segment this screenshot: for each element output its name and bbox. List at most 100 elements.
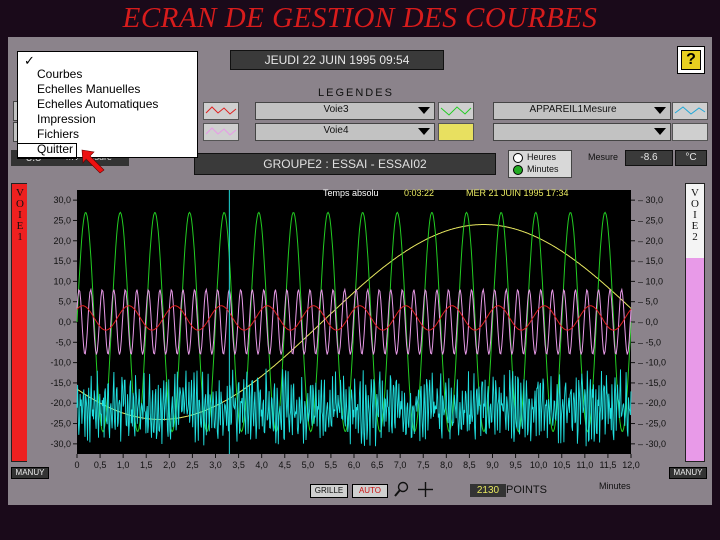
y-tick-label-left: 15,0	[53, 256, 71, 266]
chevron-down-icon	[418, 128, 430, 135]
x-tick-label: 11,0	[576, 460, 593, 470]
x-tick-label: 5,5	[325, 460, 338, 470]
check-icon: ✓	[24, 53, 35, 68]
x-tick-label: 4,0	[255, 460, 268, 470]
y-tick-label-right: – 25,0	[638, 215, 663, 225]
group-title: GROUPE2 : ESSAI - ESSAI02	[194, 153, 496, 175]
x-tick-label: 0,5	[94, 460, 107, 470]
options-menu: ✓ Courbes Echelles Manuelles Echelles Au…	[17, 51, 198, 158]
grid-button[interactable]: GRILLE	[310, 484, 348, 498]
legend-swatch-green	[438, 102, 474, 120]
y-tick-label-right: – -25,0	[638, 419, 666, 429]
x-tick-label: 2,5	[186, 460, 199, 470]
y-tick-label-left: 10,0	[53, 276, 71, 286]
chart-area[interactable]: 30,0 – 30,0 25,0 – 25,0 20,0 – 20,0 15,0 – 15,0…	[27, 180, 683, 483]
voie1-strip-label: VOIE1	[16, 187, 24, 243]
datetime-display: JEUDI 22 JUIN 1995 09:54	[230, 50, 444, 70]
y-tick-label-left: 30,0	[53, 195, 71, 205]
x-tick-label: 6,5	[371, 460, 384, 470]
quitter-highlight	[17, 143, 77, 159]
y-tick-label-right: – -15,0	[638, 378, 666, 388]
chevron-down-icon	[654, 128, 666, 135]
legend-combo-voie3[interactable]: Voie3	[255, 102, 435, 120]
y-tick-label-right: – 15,0	[638, 256, 663, 266]
chevron-down-icon	[654, 107, 666, 114]
y-tick-label-right: – -30,0	[638, 439, 666, 449]
y-tick-label-left: -25,0	[50, 419, 71, 429]
pointer-arrow-icon	[81, 149, 105, 174]
legend-swatch-yellow	[438, 123, 474, 141]
y-tick-label-left: 0,0	[58, 317, 71, 327]
y-tick-label-right: – 30,0	[638, 195, 663, 205]
y-tick-label-right: – -5,0	[638, 337, 661, 347]
x-tick-label: 6,0	[348, 460, 361, 470]
mesure-value: -8.6	[625, 150, 673, 166]
slide-title: ECRAN DE GESTION DES COURBES	[122, 2, 598, 34]
x-unit-label: Minutes	[599, 481, 631, 491]
x-tick-label: 7,0	[394, 460, 407, 470]
legends-label: LEGENDES	[318, 87, 394, 99]
x-tick-label: 9,5	[509, 460, 522, 470]
mesure-label: Mesure	[588, 152, 619, 162]
y-tick-label-left: -5,0	[55, 337, 71, 347]
x-tick-label: 11,5	[599, 460, 616, 470]
x-tick-label: 2,0	[163, 460, 176, 470]
y-tick-label-right: – 0,0	[638, 317, 658, 327]
zoom-icon[interactable]	[393, 481, 410, 498]
menu-item-fichiers[interactable]: Fichiers	[37, 127, 79, 141]
x-tick-label: 12,0	[622, 460, 640, 470]
legend-swatch-pink	[203, 123, 239, 141]
manual-y-right-button[interactable]: MANUY	[669, 467, 707, 479]
y-tick-label-right: – -20,0	[638, 398, 666, 408]
y-tick-label-right: – 20,0	[638, 236, 663, 246]
help-button[interactable]: ?	[677, 46, 705, 74]
menu-item-echelles-automatiques[interactable]: Echelles Automatiques	[37, 97, 158, 111]
x-tick-label: 10,0	[530, 460, 548, 470]
manual-y-left-button[interactable]: MANUY	[11, 467, 49, 479]
auto-button[interactable]: AUTO	[352, 484, 388, 498]
time-mode-selector: Heures Minutes	[508, 150, 572, 178]
x-tick-label: 8,5	[463, 460, 476, 470]
points-count: 2130	[470, 484, 506, 497]
legend-swatch-red	[203, 102, 239, 120]
y-tick-label-left: 5,0	[58, 297, 71, 307]
menu-item-echelles-manuelles[interactable]: Echelles Manuelles	[37, 82, 140, 96]
y-tick-label-left: -15,0	[50, 378, 71, 388]
menu-item-courbes[interactable]: Courbes	[37, 67, 82, 81]
legend-swatch-cyan	[672, 102, 708, 120]
legend-combo-voie4[interactable]: Voie4	[255, 123, 435, 141]
legend-swatch-empty	[672, 123, 708, 141]
plot-date: MER 21 JUIN 1995 17:34	[466, 188, 569, 198]
x-tick-label: 9,0	[486, 460, 499, 470]
question-mark-icon: ?	[681, 50, 701, 70]
x-tick-label: 8,0	[440, 460, 453, 470]
chevron-down-icon	[418, 107, 430, 114]
x-tick-label: 5,0	[302, 460, 315, 470]
y-tick-label-left: 25,0	[53, 215, 71, 225]
y-tick-label-left: -30,0	[50, 439, 71, 449]
x-tick-label: 1,0	[117, 460, 130, 470]
legend-combo-appareil[interactable]: APPAREIL1Mesure	[493, 102, 671, 120]
y-tick-label-left: -10,0	[50, 358, 71, 368]
voie2-level-bar: VOIE2	[685, 183, 705, 462]
time-mode-label: Temps absolu	[323, 188, 379, 198]
x-tick-label: 7,5	[417, 460, 430, 470]
points-label: POINTS	[506, 484, 547, 496]
radio-hours[interactable]	[513, 153, 523, 163]
y-tick-label-left: 20,0	[53, 236, 71, 246]
x-tick-label: 1,5	[140, 460, 153, 470]
voie2-strip-label: VOIE2	[691, 187, 699, 243]
menu-item-impression[interactable]: Impression	[37, 112, 96, 126]
x-tick-label: 3,5	[232, 460, 245, 470]
y-tick-label-right: – -10,0	[638, 358, 666, 368]
radio-minutes[interactable]	[513, 165, 523, 175]
y-tick-label-right: – 10,0	[638, 276, 663, 286]
x-tick-label: 10,5	[553, 460, 571, 470]
x-tick-label: 3,0	[209, 460, 222, 470]
x-tick-label: 0	[74, 460, 79, 470]
mesure-unit: °C	[675, 150, 707, 166]
x-tick-label: 4,5	[278, 460, 291, 470]
elapsed-time: 0:03:22	[404, 188, 435, 198]
crosshair-icon[interactable]	[417, 481, 434, 498]
legend-combo-empty[interactable]	[493, 123, 671, 141]
